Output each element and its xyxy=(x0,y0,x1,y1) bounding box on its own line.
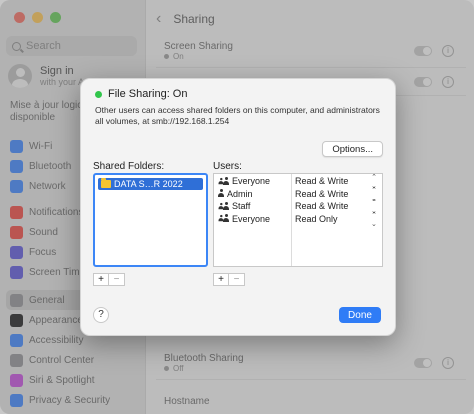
permission-popup[interactable]: Read & Write xyxy=(295,176,348,186)
group-icon xyxy=(218,201,229,211)
shared-folders-label: Shared Folders: xyxy=(93,161,165,172)
sheet-title: File Sharing: On xyxy=(95,88,187,100)
user-row[interactable]: Admin Read & Write ⌃ ⌃ xyxy=(214,187,382,201)
user-name: Everyone xyxy=(232,176,271,186)
user-name: Staff xyxy=(232,201,251,211)
user-name: Everyone xyxy=(232,213,271,224)
updown-chevron-icon[interactable]: ⌃ ⌃ xyxy=(371,187,377,201)
permission-popup[interactable]: Read & Write xyxy=(295,189,348,199)
updown-chevron-icon[interactable]: ⌃ ⌃ xyxy=(371,212,377,226)
users-add-remove: + − xyxy=(213,273,245,286)
user-row[interactable]: Staff Read & Write ⌃ ⌃ xyxy=(214,199,382,213)
user-row[interactable]: Everyone Read & Write ⌃ ⌃ xyxy=(214,174,382,188)
status-on-dot xyxy=(95,90,102,98)
folder-name: DATA S…R 2022 xyxy=(114,179,183,189)
group-icon xyxy=(218,176,229,186)
shared-folders-list[interactable]: DATA S…R 2022 xyxy=(93,173,208,267)
updown-chevron-icon[interactable]: ⌃ ⌃ xyxy=(371,199,377,213)
group-icon xyxy=(218,214,229,223)
folders-add-remove: + − xyxy=(93,273,125,286)
updown-chevron-icon[interactable]: ⌃ ⌃ xyxy=(371,174,377,188)
done-button[interactable]: Done xyxy=(339,307,381,323)
user-name-cell: Staff xyxy=(218,201,250,211)
file-sharing-sheet: File Sharing: On Other users can access … xyxy=(80,78,396,336)
help-button[interactable]: ? xyxy=(93,307,109,323)
users-label: Users: xyxy=(213,161,242,172)
folder-icon xyxy=(101,178,111,188)
options-button[interactable]: Options... xyxy=(322,141,383,157)
remove-folder-button[interactable]: − xyxy=(109,273,125,286)
add-user-button[interactable]: + xyxy=(213,273,229,286)
user-name-cell: Everyone xyxy=(218,214,270,224)
user-name: Admin xyxy=(227,188,253,199)
users-table[interactable]: Everyone Read & Write ⌃ ⌃ Admin Read & Write ⌃… xyxy=(213,173,383,267)
user-row[interactable]: Everyone Read Only ⌃ ⌃ xyxy=(214,212,382,226)
sheet-title-text: File Sharing: On xyxy=(108,88,188,100)
sheet-description: Other users can access shared folders on… xyxy=(95,105,380,126)
folder-row-selected[interactable]: DATA S…R 2022 xyxy=(98,178,203,190)
permission-popup[interactable]: Read & Write xyxy=(295,201,348,211)
user-name-cell: Everyone xyxy=(218,176,270,186)
permission-popup[interactable]: Read Only xyxy=(295,214,338,224)
remove-user-button[interactable]: − xyxy=(229,273,245,286)
add-folder-button[interactable]: + xyxy=(93,273,109,286)
user-name-cell: Admin xyxy=(218,189,253,199)
person-icon xyxy=(218,189,224,198)
